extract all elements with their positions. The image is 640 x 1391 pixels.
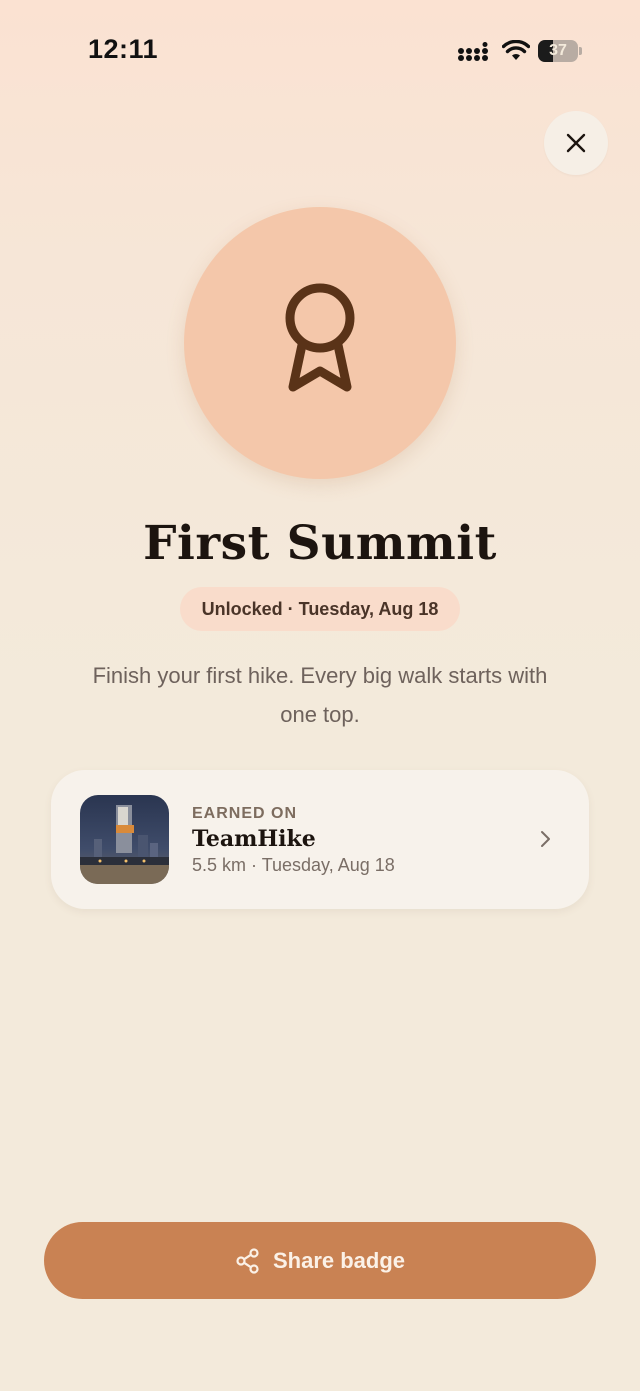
chevron-right-icon [541,831,550,847]
unlocked-date-pill: Unlocked · Tuesday, Aug 18 [180,587,460,631]
share-badge-button[interactable]: Share badge [44,1222,596,1299]
activity-thumbnail [80,795,169,884]
close-icon [566,133,586,153]
activity-meta: 5.5 km · Tuesday, Aug 18 [192,855,395,875]
badge-description: Finish your first hike. Every big walk s… [92,663,548,727]
signal-icon [458,42,488,61]
close-button[interactable] [544,111,608,175]
share-icon [236,1247,259,1274]
share-badge-label: Share badge [272,1247,406,1273]
battery-level: 37 [549,42,567,59]
wifi-icon [502,40,530,60]
status-time: 12:11 [88,34,159,64]
earned-on-label: EARNED ON [192,805,298,822]
battery-icon: 37 [538,40,582,62]
badge-medallion [184,207,456,479]
status-bar: 12:11 37 [0,0,640,100]
earned-on-card[interactable]: EARNED ON TeamHike 5.5 km · Tuesday, Aug… [51,770,589,909]
badge-title: First Summit [143,516,497,571]
activity-name: TeamHike [192,826,316,852]
award-ribbon-icon [285,283,355,392]
